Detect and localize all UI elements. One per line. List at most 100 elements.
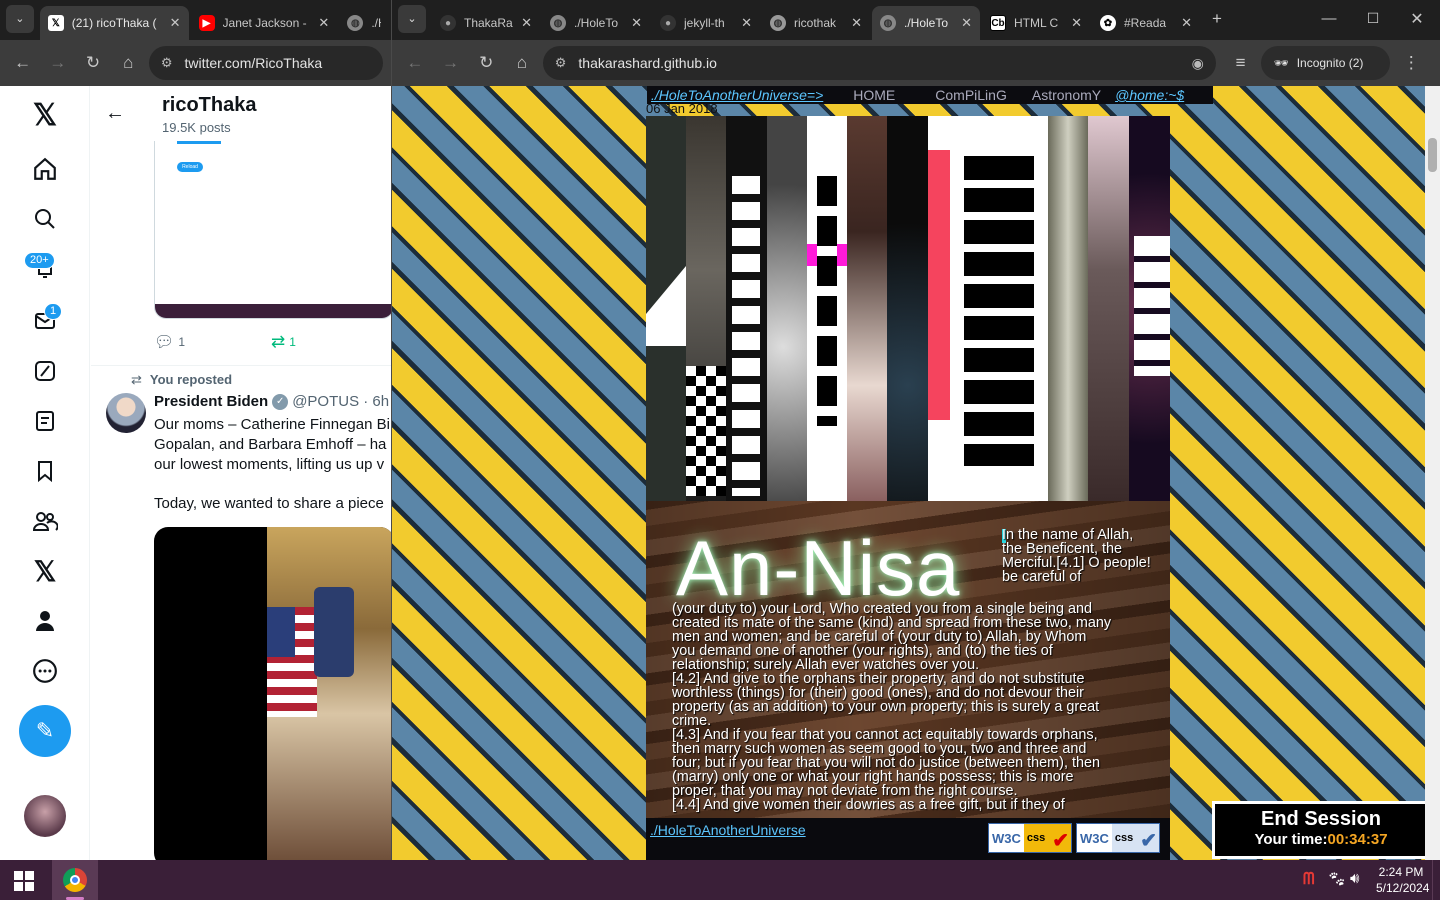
tab-active[interactable]: ◍ ./HoleTo ✕: [872, 6, 980, 40]
reply-count: 1: [178, 335, 185, 349]
nav-home-prompt[interactable]: @home:~$: [1115, 87, 1184, 103]
verse-line: [4.2] And give to the orphans their prop…: [672, 671, 1085, 687]
nav-compiling[interactable]: ComPiLinG: [935, 87, 1007, 103]
tweet-header: President Biden ✓ @POTUS · 6h: [154, 393, 389, 410]
close-icon[interactable]: ✕: [521, 15, 532, 31]
image-strip[interactable]: [807, 116, 847, 501]
repost-button[interactable]: ⇄ 1: [271, 332, 296, 352]
grok-icon[interactable]: [26, 352, 64, 390]
tab-item[interactable]: ◍ ricothak ✕: [762, 6, 870, 40]
account-avatar[interactable]: [24, 795, 66, 837]
image-strip[interactable]: [887, 116, 928, 501]
windows-start-icon[interactable]: [14, 871, 34, 891]
footer-link[interactable]: ./HoleToAnotherUniverse: [650, 822, 806, 838]
media-taskbar: [155, 304, 391, 318]
profile-icon[interactable]: [26, 602, 64, 640]
tab-youtube[interactable]: ▶ Janet Jackson - ✕: [191, 6, 338, 40]
reload-icon[interactable]: ↻: [471, 48, 501, 78]
address-bar[interactable]: ⚙ thakarashard.github.io ◉: [542, 46, 1216, 80]
incognito-button[interactable]: 🕶︎ Incognito (2): [1261, 46, 1391, 80]
back-arrow-icon[interactable]: ←: [105, 102, 125, 125]
close-icon[interactable]: ✕: [631, 15, 642, 31]
image-strip[interactable]: [1048, 116, 1088, 501]
embedded-media[interactable]: Reload: [154, 141, 391, 319]
tab-item[interactable]: ◍ ./HoleTo ✕: [542, 6, 650, 40]
verse-body: (your duty to) your Lord, Who created yo…: [672, 602, 1162, 812]
page-scrollbar[interactable]: [1425, 86, 1440, 860]
site-settings-icon[interactable]: ⚙: [161, 55, 173, 71]
tab-item[interactable]: ● ThakaRa ✕: [432, 6, 540, 40]
image-strip[interactable]: [928, 116, 1048, 501]
site-settings-icon[interactable]: ⚙: [555, 55, 567, 71]
clock[interactable]: 2:24 PM 5/12/2024: [1376, 864, 1429, 896]
profile-name: ricoThaka: [162, 94, 257, 116]
back-icon[interactable]: ←: [8, 48, 37, 78]
w3c-css-badge-blue[interactable]: W3C css ✔: [1076, 823, 1160, 853]
more-icon[interactable]: [26, 652, 64, 690]
x-logo-icon[interactable]: 𝕏: [26, 96, 64, 134]
image-strip[interactable]: [726, 116, 767, 501]
close-icon[interactable]: ✕: [1181, 15, 1192, 31]
close-icon[interactable]: ✕: [318, 15, 329, 31]
w3c-css-badge[interactable]: W3C css ✔: [988, 823, 1072, 853]
tab-search-button[interactable]: ⌄: [398, 4, 426, 33]
minimize-icon[interactable]: —: [1314, 4, 1344, 34]
tray-icon[interactable]: 🐾︎: [1327, 870, 1346, 888]
home-icon[interactable]: ⌂: [114, 48, 143, 78]
lists-icon[interactable]: [26, 402, 64, 440]
image-strip[interactable]: [847, 116, 887, 501]
verse-line: (your duty to) your Lord, Who created yo…: [672, 601, 1092, 617]
close-icon[interactable]: ✕: [851, 15, 862, 31]
tweet-line: Today, we wanted to share a piece: [154, 495, 384, 512]
nav-home[interactable]: HOME: [853, 87, 895, 103]
home-icon[interactable]: [26, 150, 64, 188]
compose-post-button[interactable]: ✎: [19, 705, 71, 757]
tab-title: Janet Jackson -: [222, 16, 307, 30]
author-avatar[interactable]: [106, 393, 146, 433]
search-icon[interactable]: [26, 200, 64, 238]
chrome-taskbar-button[interactable]: [52, 860, 98, 900]
image-strip[interactable]: [767, 116, 807, 501]
forward-icon[interactable]: →: [436, 48, 466, 78]
menu-dots-icon[interactable]: ⋮: [1396, 48, 1426, 78]
image-strip[interactable]: [686, 116, 726, 501]
globe-icon: ◍: [550, 15, 566, 31]
reading-list-icon[interactable]: ≡: [1226, 48, 1256, 78]
image-strip[interactable]: [646, 116, 686, 501]
close-icon[interactable]: ✕: [1071, 15, 1082, 31]
address-bar[interactable]: ⚙ twitter.com/RicoThaka: [148, 46, 384, 80]
home-icon[interactable]: ⌂: [507, 48, 537, 78]
tab-search-button[interactable]: ⌄: [6, 4, 34, 33]
incognito-icon: 🕶︎: [1273, 56, 1289, 70]
close-icon[interactable]: ✕: [741, 15, 752, 31]
window-close-icon[interactable]: ✕: [1402, 4, 1432, 34]
image-strip[interactable]: [1129, 116, 1170, 501]
image-strip[interactable]: [1088, 116, 1129, 501]
reply-button[interactable]: 💬︎ 1: [154, 332, 185, 352]
tab-twitter[interactable]: 𝕏 (21) ricoThaka ( ✕: [39, 6, 189, 40]
mcafee-icon[interactable]: ᗰ: [1303, 871, 1315, 889]
tab-item[interactable]: ✿ #Reada ✕: [1092, 6, 1200, 40]
end-session-box[interactable]: End Session Your time:00:34:37: [1212, 801, 1430, 859]
feather-icon: ✎: [35, 718, 55, 743]
communities-icon[interactable]: [26, 502, 64, 540]
bookmarks-icon[interactable]: [26, 452, 64, 490]
eye-off-icon[interactable]: ◉: [1192, 55, 1204, 72]
tweet-video[interactable]: [154, 527, 391, 860]
maximize-icon[interactable]: ☐: [1358, 4, 1388, 34]
volume-icon[interactable]: 🔊︎: [1350, 870, 1359, 887]
tab-item[interactable]: Cb HTML C ✕: [982, 6, 1090, 40]
tab-item[interactable]: ● jekyll-th ✕: [652, 6, 760, 40]
forward-icon[interactable]: →: [43, 48, 72, 78]
scrollbar-thumb[interactable]: [1428, 138, 1437, 172]
close-icon[interactable]: ✕: [961, 15, 972, 31]
show-desktop-button[interactable]: [1432, 860, 1440, 900]
new-tab-icon[interactable]: +: [1202, 4, 1232, 34]
nav-astronomy[interactable]: AstronomY: [1032, 87, 1101, 103]
reload-icon[interactable]: ↻: [78, 48, 107, 78]
tab-hole[interactable]: ◍ ./H: [339, 6, 389, 40]
premium-x-icon[interactable]: 𝕏: [26, 552, 64, 590]
author-name[interactable]: President Biden: [154, 393, 268, 410]
back-icon[interactable]: ←: [400, 48, 430, 78]
close-icon[interactable]: ✕: [170, 15, 181, 31]
